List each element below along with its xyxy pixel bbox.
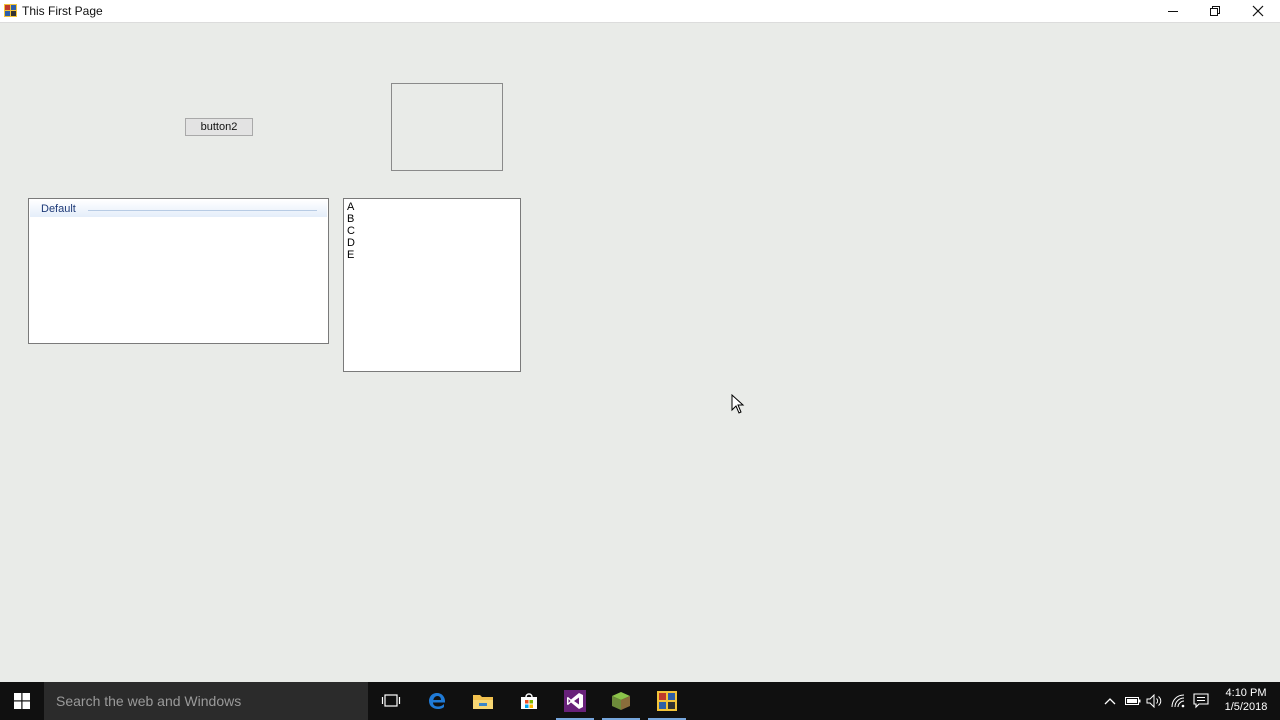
taskbar-clock[interactable]: 4:10 PM 1/5/2018 [1218, 686, 1274, 714]
list-item[interactable]: E [347, 249, 520, 261]
group-header-label: Default [41, 203, 76, 215]
visual-studio-icon [564, 690, 586, 712]
minimize-button[interactable] [1152, 0, 1194, 22]
minimize-icon [1168, 11, 1178, 12]
restore-icon [1210, 6, 1220, 16]
volume-icon [1146, 694, 1162, 708]
search-placeholder: Search the web and Windows [56, 693, 242, 709]
list-box-items: A B C D E [344, 199, 520, 261]
close-icon [1252, 5, 1264, 17]
list-item[interactable]: C [347, 225, 520, 237]
taskbar-search-box[interactable]: Search the web and Windows [44, 682, 368, 720]
winforms-app-icon [657, 691, 677, 711]
taskbar: Search the web and Windows 4:10 PM 1/5/2… [0, 682, 1280, 720]
minecraft-icon [612, 692, 630, 710]
clock-time: 4:10 PM [1225, 687, 1267, 699]
window-title-bar[interactable]: This First Page [0, 0, 1280, 23]
file-explorer-icon [473, 695, 493, 709]
action-center-icon [1193, 693, 1209, 709]
store-taskbar-button[interactable] [506, 682, 552, 720]
restore-button[interactable] [1194, 0, 1236, 22]
windows-logo-icon [14, 693, 30, 709]
show-hidden-icons-button[interactable] [1100, 682, 1120, 720]
wifi-icon [1171, 694, 1185, 708]
edge-taskbar-button[interactable] [414, 682, 460, 720]
battery-icon [1125, 697, 1141, 705]
picture-box [391, 83, 503, 171]
file-explorer-taskbar-button[interactable] [460, 682, 506, 720]
volume-button[interactable] [1144, 682, 1166, 720]
button2[interactable]: button2 [185, 118, 253, 136]
edge-icon [429, 693, 446, 709]
chevron-up-icon [1104, 698, 1116, 705]
list-item[interactable]: D [347, 237, 520, 249]
group-header-divider [88, 210, 317, 211]
battery-button[interactable] [1122, 682, 1144, 720]
minecraft-taskbar-button[interactable] [598, 682, 644, 720]
task-view-button[interactable] [368, 682, 414, 720]
task-view-icon [381, 694, 401, 707]
list-view[interactable]: Default [28, 198, 329, 344]
network-button[interactable] [1168, 682, 1190, 720]
running-app-taskbar-button[interactable] [644, 682, 690, 720]
list-item[interactable]: B [347, 213, 520, 225]
list-box[interactable]: A B C D E [343, 198, 521, 372]
close-button[interactable] [1237, 0, 1279, 22]
window-title: This First Page [22, 4, 103, 18]
winforms-app-icon [4, 4, 17, 17]
visual-studio-taskbar-button[interactable] [552, 682, 598, 720]
list-view-group-header[interactable]: Default [30, 200, 327, 217]
start-button[interactable] [0, 682, 44, 720]
store-icon [521, 693, 537, 709]
mouse-cursor-icon [731, 394, 745, 414]
list-item[interactable]: A [347, 201, 520, 213]
clock-date: 1/5/2018 [1224, 701, 1268, 713]
action-center-button[interactable] [1190, 682, 1212, 720]
